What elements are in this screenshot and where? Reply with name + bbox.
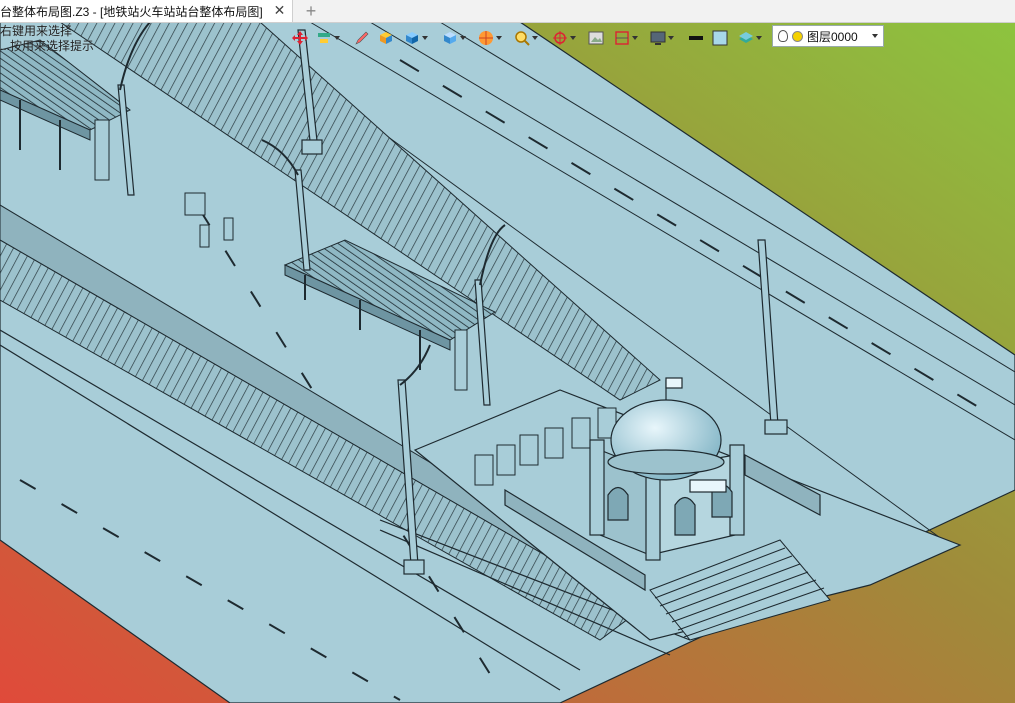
document-tab-bar: 台整体布局图.Z3 - [地铁站火车站站台整体布局图] ✕ + [0,0,1015,23]
measure-icon[interactable] [614,28,638,48]
pencil-icon[interactable] [354,28,370,48]
hint-line-2: ...按用来选择提示 [0,39,95,53]
color-swatch-icon[interactable] [712,28,728,48]
box-icon[interactable] [378,28,394,48]
lightbulb-icon[interactable] [778,30,788,42]
hint-line-1: 右键用来选择 [0,24,73,38]
document-tab-title: 台整体布局图.Z3 - [地铁站火车站站台整体布局图] [0,4,263,19]
line-style-icon[interactable] [688,28,704,48]
layers-icon[interactable] [738,28,762,48]
3d-viewport[interactable] [0,0,1015,703]
cube-view-icon[interactable] [404,28,428,48]
display-icon[interactable] [650,28,674,48]
image-icon[interactable] [588,28,604,48]
close-tab-icon[interactable]: ✕ [272,3,287,18]
add-tab-icon[interactable]: + [302,2,320,20]
chevron-down-icon[interactable] [872,34,878,38]
align-icon[interactable] [316,28,340,48]
layer-visible-icon[interactable] [792,30,803,42]
zoom-icon[interactable] [514,28,538,48]
layer-name: 图层0000 [807,29,858,44]
cube-shaded-icon[interactable] [442,28,466,48]
command-hint: 右键用来选择 ...按用来选择提示 [0,24,94,54]
scene-svg [0,0,1015,703]
layer-selector[interactable]: 图层0000 [772,25,884,47]
document-tab[interactable]: 台整体布局图.Z3 - [地铁站火车站站台整体布局图] [0,0,293,22]
snap-icon[interactable] [552,28,576,48]
move-icon[interactable] [292,28,308,48]
render-icon[interactable] [478,28,502,48]
